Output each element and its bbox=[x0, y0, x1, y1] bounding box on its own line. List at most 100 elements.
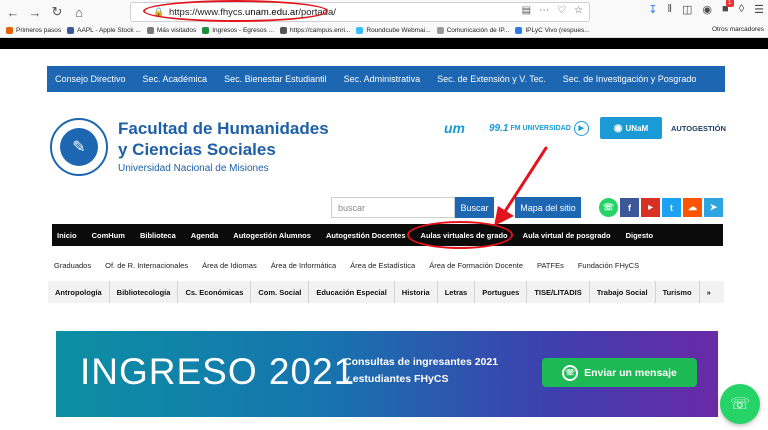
topnav-item[interactable]: Sec. Administrativa bbox=[344, 74, 421, 84]
youtube-icon[interactable]: ▶ bbox=[641, 198, 660, 217]
main-nav: Inicio ComHum Biblioteca Agenda Autogestión … bbox=[52, 224, 723, 246]
library-icon[interactable]: ‖ bbox=[667, 3, 672, 16]
department-nav: Antropología Bibliotecología Cs. Económica… bbox=[48, 281, 724, 303]
whatsapp-float-button[interactable]: ☏ bbox=[720, 384, 760, 424]
browser-toolbar: ← → ↻ ⌂ 🔒 https://www.fhycs.unam.edu.ar/… bbox=[0, 0, 768, 24]
download-icon[interactable]: ↧ bbox=[648, 3, 657, 16]
department-item[interactable]: TISE/LITADIS bbox=[527, 281, 590, 303]
bookmark-item[interactable]: Roundcube Webmai... bbox=[356, 27, 431, 34]
bookmark-item[interactable]: Más visitados bbox=[146, 27, 196, 34]
banner-heading: INGRESO 2021 bbox=[80, 351, 356, 392]
whatsapp-icon: ☏ bbox=[562, 364, 579, 381]
bookmark-label: Comunicación de IP... bbox=[446, 27, 510, 34]
facebook-icon[interactable]: f bbox=[620, 198, 639, 217]
subnav-item[interactable]: PATFEs bbox=[537, 261, 564, 270]
bookmark-favicon-icon bbox=[356, 27, 364, 34]
mainnav-item[interactable]: Agenda bbox=[191, 231, 219, 240]
top-secretariat-nav: Consejo Directivo Sec. Académica Sec. Bien… bbox=[47, 66, 725, 92]
whatsapp-icon[interactable]: ☏ bbox=[599, 198, 618, 217]
subnav-item[interactable]: Área de Formación Docente bbox=[429, 261, 523, 270]
bookmark-label: Ingresos - Egresos ... bbox=[212, 27, 275, 34]
star-icon[interactable]: ☆ bbox=[574, 5, 583, 16]
topnav-item[interactable]: Consejo Directivo bbox=[55, 74, 126, 84]
bookmark-favicon-icon bbox=[436, 27, 444, 34]
more-departments-button[interactable]: » bbox=[700, 281, 718, 303]
university-name: Universidad Nacional de Misiones bbox=[118, 163, 269, 174]
play-icon: ▶ bbox=[573, 120, 589, 136]
bookmark-label: IPLyC Vivo (respues... bbox=[525, 27, 590, 34]
department-item[interactable]: Letras bbox=[438, 281, 476, 303]
twitter-icon[interactable]: t bbox=[662, 198, 681, 217]
subnav-item[interactable]: Graduados bbox=[54, 261, 91, 270]
reload-icon[interactable]: ↻ bbox=[48, 3, 66, 21]
mainnav-item[interactable]: Biblioteca bbox=[140, 231, 176, 240]
extension-icon[interactable]: ◉ bbox=[702, 3, 712, 16]
banner-info: Consultas de ingresantes 2021 y estudian… bbox=[344, 356, 499, 385]
department-item[interactable]: Bibliotecología bbox=[110, 281, 179, 303]
department-item[interactable]: Com. Social bbox=[251, 281, 310, 303]
faculty-name[interactable]: Facultad de Humanidades y Ciencias Socia… bbox=[118, 118, 329, 160]
faculty-logo[interactable]: ✎ bbox=[50, 118, 108, 176]
bookmark-item[interactable]: AAPL - Apple Stock ... bbox=[67, 27, 141, 34]
bookmark-label: https://campus.enri... bbox=[290, 27, 351, 34]
subnav-item[interactable]: Fundación FHyCS bbox=[578, 261, 639, 270]
topnav-item[interactable]: Sec. Bienestar Estudiantil bbox=[224, 74, 327, 84]
eye-icon: ◉ bbox=[613, 122, 623, 134]
subnav-item[interactable]: Área de Informática bbox=[271, 261, 336, 270]
ingreso-banner[interactable]: INGRESO 2021 Consultas de ingresantes 20… bbox=[56, 331, 718, 417]
bookmark-item[interactable]: https://campus.enri... bbox=[280, 27, 350, 34]
other-bookmarks[interactable]: Otros marcadores bbox=[712, 26, 764, 33]
reader-icon[interactable]: ▤ bbox=[522, 5, 531, 16]
department-item[interactable]: Cs. Económicas bbox=[178, 281, 252, 303]
menu-icon[interactable]: ☰ bbox=[754, 3, 764, 16]
mainnav-item[interactable]: Digesto bbox=[626, 231, 654, 240]
topnav-item[interactable]: Sec. Académica bbox=[143, 74, 208, 84]
send-message-button[interactable]: ☏ Enviar un mensaje bbox=[542, 358, 697, 387]
bookmark-item[interactable]: Ingresos - Egresos ... bbox=[202, 27, 274, 34]
bookmark-item[interactable]: Primeros pasos bbox=[6, 27, 61, 34]
whatsapp-icon: ☏ bbox=[729, 396, 750, 413]
mainnav-item[interactable]: ComHum bbox=[92, 231, 125, 240]
sidebar-icon[interactable]: ◫ bbox=[682, 3, 692, 16]
department-item[interactable]: Portugues bbox=[475, 281, 528, 303]
bookmark-favicon-icon bbox=[146, 27, 154, 34]
department-item[interactable]: Turismo bbox=[656, 281, 700, 303]
pocket-icon[interactable]: ♡ bbox=[557, 5, 566, 16]
bookmark-label: Primeros pasos bbox=[16, 27, 62, 34]
topnav-item[interactable]: Sec. de Investigación y Posgrado bbox=[563, 74, 697, 84]
notification-icon[interactable]: ■ bbox=[722, 0, 734, 16]
bookmark-label: Roundcube Webmai... bbox=[366, 27, 431, 34]
bookmarks-bar: Primeros pasos AAPL - Apple Stock ... Más … bbox=[0, 24, 768, 38]
unam-logo[interactable]: ◉ UNaM bbox=[600, 117, 662, 139]
forward-icon[interactable]: → bbox=[26, 3, 44, 21]
page-top-bar bbox=[0, 38, 768, 49]
department-item[interactable]: Antropología bbox=[48, 281, 110, 303]
topnav-item[interactable]: Sec. de Extensión y V. Tec. bbox=[437, 74, 546, 84]
department-item[interactable]: Educación Especial bbox=[309, 281, 395, 303]
department-item[interactable]: Historia bbox=[395, 281, 438, 303]
translate-icon[interactable]: ◊ bbox=[739, 3, 744, 16]
subnav-item[interactable]: Área de Estadística bbox=[350, 261, 415, 270]
department-item[interactable]: Trabajo Social bbox=[590, 281, 656, 303]
mainnav-item[interactable]: Inicio bbox=[57, 231, 77, 240]
autogestion-link[interactable]: AUTOGESTIÓN bbox=[671, 117, 726, 139]
bookmark-label: AAPL - Apple Stock ... bbox=[77, 27, 141, 34]
home-icon[interactable]: ⌂ bbox=[70, 3, 88, 21]
fm-universidad-logo[interactable]: 99.1 FM UNIVERSIDAD ▶ bbox=[489, 117, 591, 139]
soundcloud-icon[interactable]: ☁ bbox=[683, 198, 702, 217]
bookmark-favicon-icon bbox=[202, 27, 210, 34]
subnav-item[interactable]: Área de Idiomas bbox=[202, 261, 257, 270]
bookmark-item[interactable]: Comunicación de IP... bbox=[436, 27, 510, 34]
search-input[interactable]: buscar bbox=[331, 197, 455, 218]
mainnav-item[interactable]: Autogestión Alumnos bbox=[233, 231, 311, 240]
um-logo[interactable]: um bbox=[444, 117, 484, 139]
telegram-icon[interactable]: ➤ bbox=[704, 198, 723, 217]
mainnav-item[interactable]: Autogestión Docentes bbox=[326, 231, 406, 240]
subnav-item[interactable]: Of. de R. Internacionales bbox=[105, 261, 188, 270]
annotation-arrow-icon bbox=[494, 146, 548, 226]
more-icon[interactable]: ⋯ bbox=[539, 5, 549, 16]
bookmark-item[interactable]: IPLyC Vivo (respues... bbox=[515, 27, 590, 34]
back-icon[interactable]: ← bbox=[4, 3, 22, 21]
bookmark-favicon-icon bbox=[515, 27, 523, 34]
bookmark-favicon-icon bbox=[67, 27, 75, 34]
